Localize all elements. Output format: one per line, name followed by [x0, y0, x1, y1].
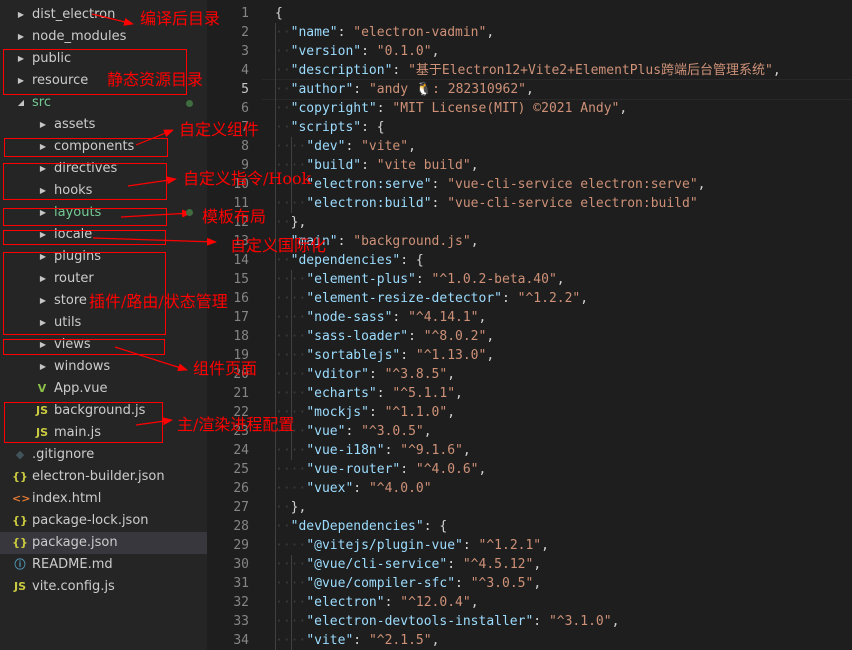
annotation-box-main — [4, 402, 163, 443]
annotation-box-locale — [3, 230, 166, 245]
annotation-box-components — [4, 138, 168, 157]
layouts-modified-dot — [186, 209, 193, 216]
annotation-box-layouts — [3, 208, 167, 226]
annotation-main: 主/渲染进程配置 — [177, 415, 295, 434]
annotation-box-directives — [3, 163, 167, 200]
annotation-locale: 自定义国际化 — [230, 236, 327, 255]
annotation-views: 组件页面 — [193, 359, 258, 378]
annotation-dist: 编译后目录 — [140, 9, 221, 28]
arrow-dist — [91, 13, 134, 26]
annotation-layouts: 模板布局 — [202, 207, 267, 226]
annotation-components: 自定义组件 — [179, 120, 260, 139]
annotation-plugins: 插件/路由/状态管理 — [89, 292, 228, 311]
annotation-box-views — [3, 339, 165, 355]
annotation-static: 静态资源目录 — [107, 70, 204, 89]
annotation-directives: 自定义指令/Hook — [183, 169, 312, 188]
